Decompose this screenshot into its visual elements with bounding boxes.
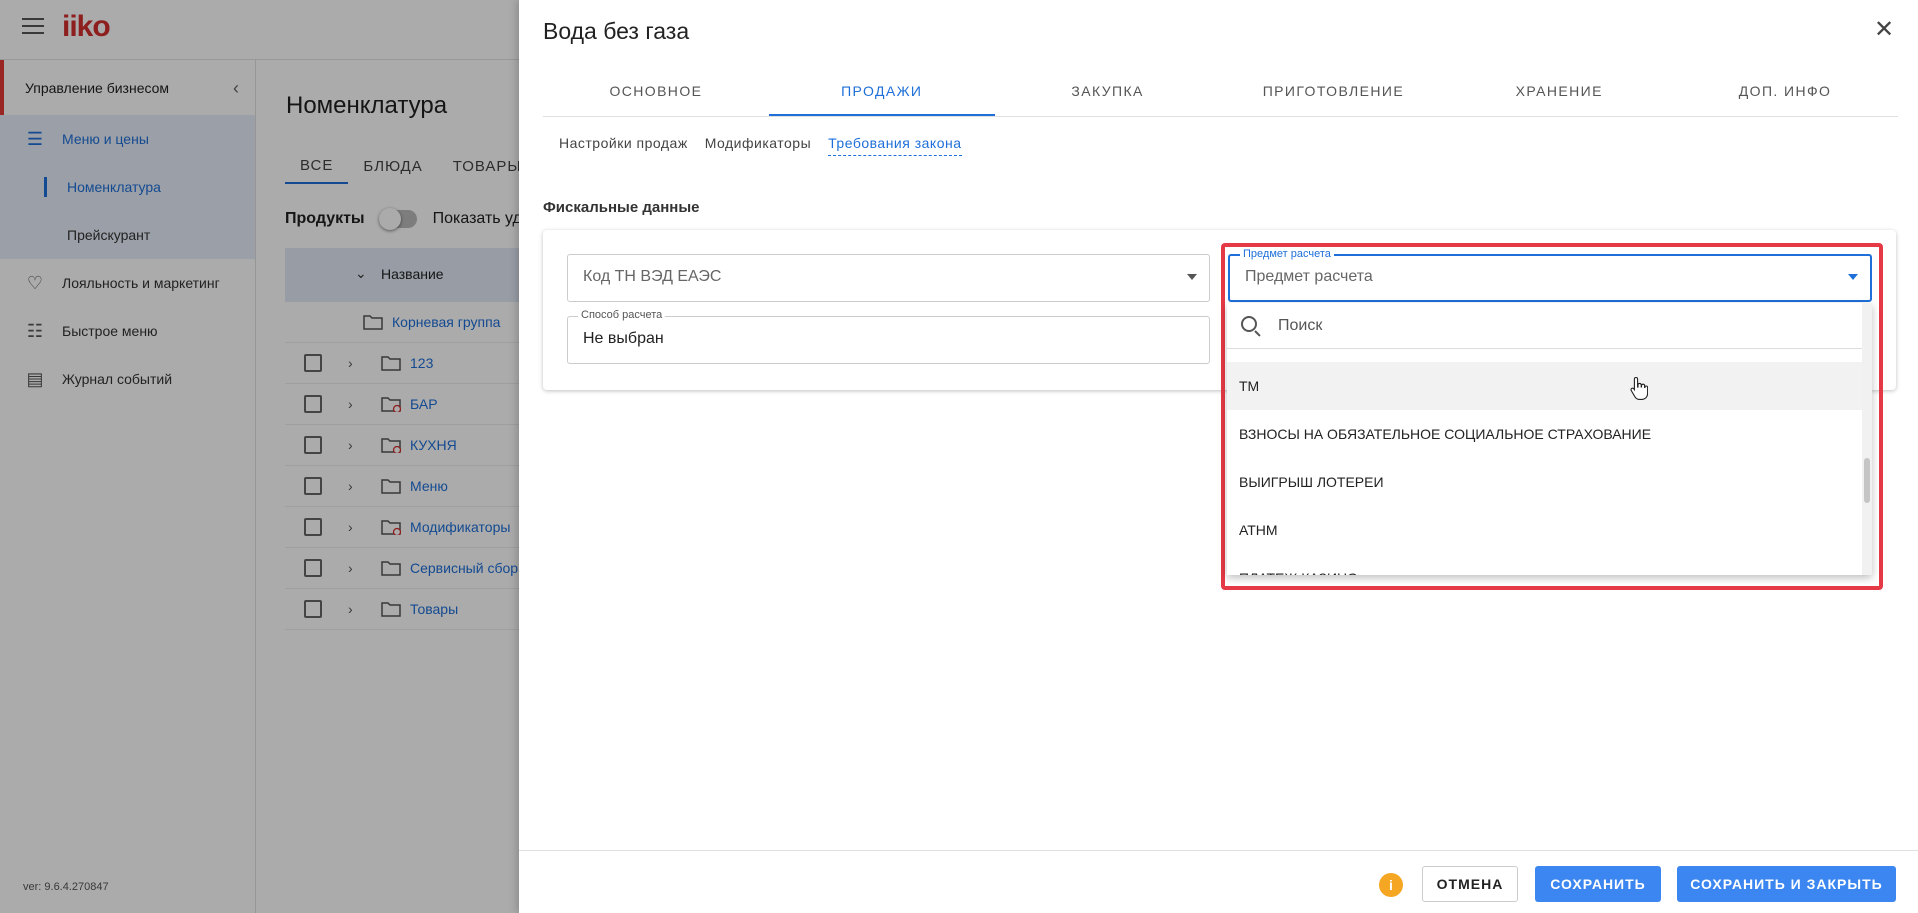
dropdown-search — [1227, 303, 1862, 349]
dropdown-arrow-icon — [1187, 274, 1197, 280]
close-icon[interactable]: ✕ — [1872, 18, 1896, 42]
subtab-sales-settings[interactable]: Настройки продаж — [559, 135, 688, 156]
hand-cursor-icon — [1630, 376, 1648, 400]
drawer-title: Вода без газа — [543, 18, 690, 44]
tnved-placeholder: Код ТН ВЭД ЕАЭС — [583, 268, 722, 285]
payment-method-value: Не выбран — [583, 330, 664, 347]
dropdown-option[interactable]: ВЫИГРЫШ ЛОТЕРЕИ — [1227, 458, 1862, 506]
section-title: Фискальные данные — [543, 199, 700, 216]
tab-purchase[interactable]: ЗАКУПКА — [995, 72, 1221, 116]
dropdown-list: ТМ ВЗНОСЫ НА ОБЯЗАТЕЛЬНОЕ СОЦИАЛЬНОЕ СТРА… — [1227, 362, 1862, 575]
dropdown-scrollbar[interactable] — [1862, 303, 1872, 575]
dropdown-option[interactable]: ВЗНОСЫ НА ОБЯЗАТЕЛЬНОЕ СОЦИАЛЬНОЕ СТРАХО… — [1227, 410, 1862, 458]
sub-tabs: Настройки продаж Модификаторы Требования… — [559, 135, 962, 156]
payment-method-select[interactable]: Способ расчета Не выбран — [567, 309, 1210, 364]
modal-overlay[interactable] — [0, 0, 519, 913]
tab-storage[interactable]: ХРАНЕНИЕ — [1446, 72, 1672, 116]
subtab-modifiers[interactable]: Модификаторы — [705, 135, 811, 156]
save-and-close-button[interactable]: СОХРАНИТЬ И ЗАКРЫТЬ — [1677, 866, 1896, 902]
drawer-tabs: ОСНОВНОЕ ПРОДАЖИ ЗАКУПКА ПРИГОТОВЛЕНИЕ Х… — [543, 72, 1898, 117]
cancel-button[interactable]: ОТМЕНА — [1422, 866, 1518, 902]
tab-sales[interactable]: ПРОДАЖИ — [768, 72, 995, 116]
tab-basic[interactable]: ОСНОВНОЕ — [543, 72, 769, 116]
search-input[interactable] — [1278, 313, 1838, 339]
tab-cooking[interactable]: ПРИГОТОВЛЕНИЕ — [1220, 72, 1446, 116]
subtab-legal-requirements[interactable]: Требования закона — [828, 135, 962, 156]
dropdown-option[interactable]: АТНМ — [1227, 506, 1862, 554]
info-icon[interactable]: i — [1379, 873, 1403, 897]
tab-extra-info[interactable]: ДОП. ИНФО — [1672, 72, 1898, 116]
save-button[interactable]: СОХРАНИТЬ — [1535, 866, 1661, 902]
payment-method-label: Способ расчета — [578, 309, 666, 321]
scrollbar-thumb[interactable] — [1864, 458, 1870, 503]
tnved-select[interactable]: Код ТН ВЭД ЕАЭС — [567, 254, 1210, 302]
dropdown-option[interactable]: ПЛАТЕЖ КАЗИНО — [1227, 554, 1862, 575]
dropdown-option[interactable]: ТМ — [1227, 362, 1862, 410]
payment-subject-dropdown: ТМВЗНОСЫ НА ОБЯЗАТЕЛЬНОЕ СОЦИАЛЬНОЕ СТРА… — [1227, 303, 1872, 575]
search-icon — [1241, 316, 1257, 332]
drawer-footer: i ОТМЕНА СОХРАНИТЬ СОХРАНИТЬ И ЗАКРЫТЬ — [519, 850, 1918, 913]
